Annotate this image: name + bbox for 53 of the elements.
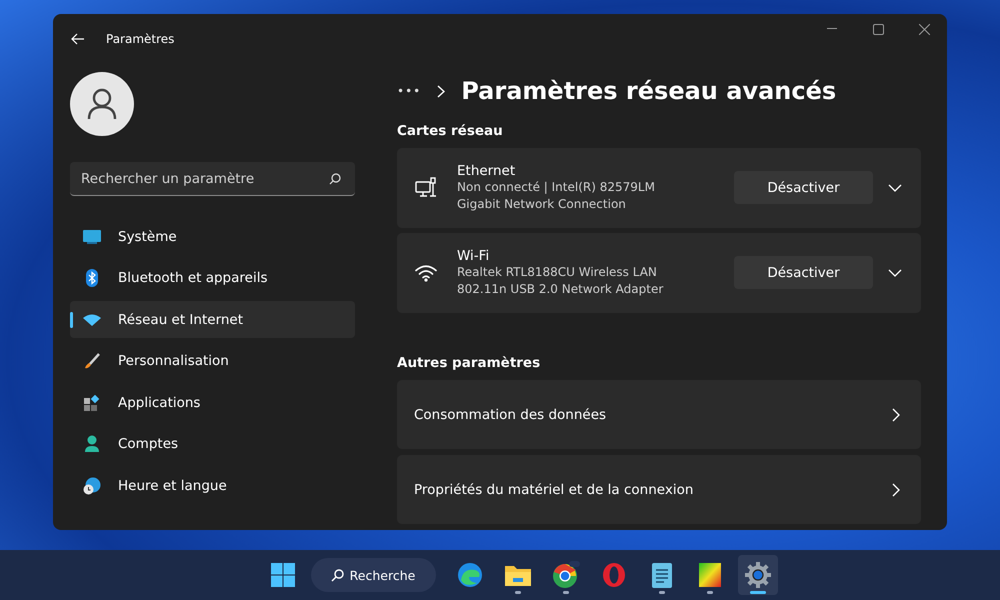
sidebar-item[interactable]: Heure et langue bbox=[70, 467, 355, 504]
search-field[interactable]: Rechercher un paramètre bbox=[70, 162, 355, 196]
adapter-description: Non connecté | Intel(R) 82579LM Gigabit Network Connection bbox=[457, 178, 656, 213]
folder-icon bbox=[504, 563, 532, 587]
row-label: Consommation des données bbox=[414, 406, 606, 422]
notepad-icon bbox=[650, 561, 672, 589]
search-icon bbox=[330, 568, 344, 582]
back-arrow-icon bbox=[71, 33, 85, 45]
taskbar-search-button[interactable]: Recherche bbox=[310, 558, 436, 592]
sidebar-item[interactable]: Système bbox=[70, 218, 355, 255]
chevron-right-icon bbox=[891, 408, 901, 422]
maximize-icon bbox=[872, 24, 884, 34]
chevron-right-icon bbox=[891, 482, 901, 496]
sidebar-item[interactable]: Bluetooth et appareils bbox=[70, 260, 355, 296]
disable-button[interactable]: Désactiver bbox=[734, 171, 873, 204]
gear-icon bbox=[744, 562, 770, 588]
ethernet-computer-icon bbox=[415, 176, 437, 199]
windows-logo-icon bbox=[270, 563, 294, 587]
person-icon bbox=[84, 435, 100, 453]
row-label: Propriétés du matériel et de la connexion bbox=[414, 482, 694, 498]
window-title: Paramètres bbox=[106, 32, 176, 46]
sidebar-item[interactable]: Comptes bbox=[70, 426, 355, 462]
selection-indicator bbox=[70, 312, 73, 328]
page-title: Paramètres réseau avancés bbox=[461, 77, 836, 106]
wifi-icon bbox=[83, 314, 101, 326]
section-heading: Autres paramètres bbox=[397, 355, 542, 371]
monitor-icon bbox=[83, 230, 101, 244]
section-heading: Cartes réseau bbox=[397, 122, 504, 139]
chrome-browser-icon bbox=[552, 561, 580, 589]
sidebar-item[interactable]: Personnalisation bbox=[70, 342, 355, 380]
search-icon bbox=[329, 173, 341, 185]
sidebar-item[interactable]: Applications bbox=[70, 384, 355, 421]
sidebar-item[interactable]: Réseau et Internet bbox=[70, 301, 355, 338]
gradient-image-icon bbox=[698, 562, 722, 588]
wifi-icon bbox=[415, 264, 437, 282]
taskbar-app-button[interactable] bbox=[738, 555, 778, 595]
edge-browser-icon bbox=[456, 562, 482, 588]
person-icon bbox=[87, 88, 117, 120]
minimize-icon bbox=[827, 28, 837, 30]
close-icon bbox=[918, 24, 930, 34]
breadcrumb-ellipsis[interactable]: ••• bbox=[397, 84, 422, 98]
settings-row[interactable]: Propriétés du matériel et de la connexion bbox=[397, 455, 921, 524]
apps-icon bbox=[84, 394, 100, 410]
brush-icon bbox=[84, 353, 100, 369]
adapter-name: Wi-Fi bbox=[457, 248, 490, 264]
adapter-name: Ethernet bbox=[457, 162, 516, 179]
disable-button[interactable]: Désactiver bbox=[734, 256, 873, 290]
settings-row[interactable]: Consommation des données bbox=[397, 380, 921, 449]
adapter-description: Realtek RTL8188CU Wireless LAN 802.11n USB 2.0 Network Adapter bbox=[457, 264, 664, 298]
opera-browser-icon bbox=[602, 562, 626, 588]
chevron-right-icon bbox=[437, 84, 446, 98]
globe-clock-icon bbox=[83, 476, 101, 494]
bluetooth-icon bbox=[86, 269, 98, 287]
